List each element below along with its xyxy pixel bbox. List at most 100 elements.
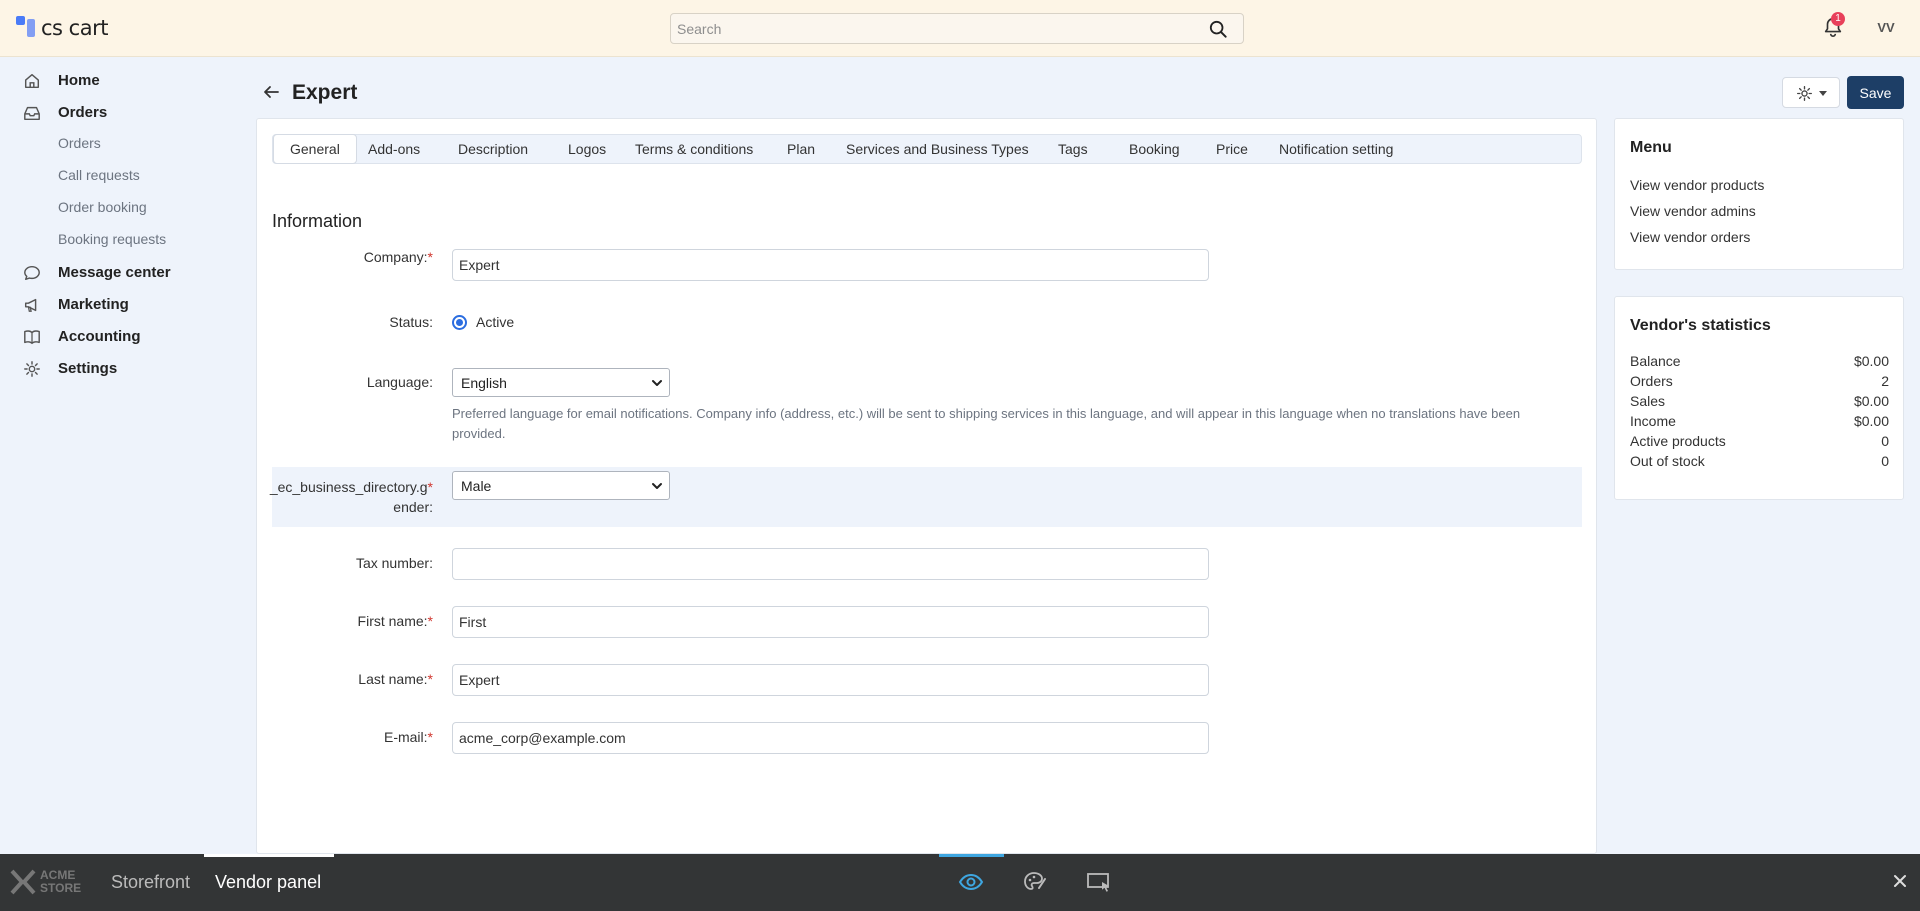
page-title: Expert bbox=[292, 81, 358, 104]
book-icon bbox=[24, 330, 40, 345]
menu-card: Menu View vendor products View vendor ad… bbox=[1614, 118, 1904, 270]
tab-add-ons[interactable]: Add-ons bbox=[368, 135, 420, 163]
stat-row-balance: Balance $0.00 bbox=[1630, 353, 1889, 369]
logo-text: cs cart bbox=[41, 16, 108, 40]
preview-active-indicator bbox=[939, 854, 1004, 857]
sidebar-item-marketing[interactable]: Marketing bbox=[0, 289, 240, 319]
tab-tags[interactable]: Tags bbox=[1058, 135, 1088, 163]
company-label: Company:* bbox=[363, 249, 433, 265]
status-label: Status: bbox=[389, 314, 433, 330]
back-arrow-icon[interactable] bbox=[262, 83, 280, 101]
first-name-label-wrap: First name:* bbox=[257, 613, 433, 633]
language-select[interactable]: English bbox=[452, 368, 670, 397]
save-button[interactable]: Save bbox=[1847, 76, 1904, 109]
screen-cursor-icon[interactable] bbox=[1086, 870, 1112, 894]
gear-icon bbox=[24, 361, 40, 377]
sidebar-subitem-booking-requests[interactable]: Booking requests bbox=[58, 231, 166, 247]
language-label-wrap: Language: bbox=[257, 374, 433, 394]
theme-editor-icon[interactable] bbox=[1022, 870, 1048, 894]
menu-card-title: Menu bbox=[1630, 139, 1672, 156]
sidebar-subitem-orders[interactable]: Orders bbox=[58, 135, 101, 151]
last-name-label-wrap: Last name:* bbox=[257, 671, 433, 691]
sidebar-subitem-order-booking[interactable]: Order booking bbox=[58, 199, 147, 215]
tab-logos[interactable]: Logos bbox=[568, 135, 606, 163]
inbox-icon bbox=[24, 106, 40, 121]
company-label-wrap: Company:* bbox=[257, 249, 433, 269]
settings-dropdown-button[interactable] bbox=[1782, 77, 1840, 108]
email-label: E-mail:* bbox=[383, 729, 433, 745]
sidebar-item-label: Settings bbox=[58, 359, 118, 377]
stat-row-sales: Sales $0.00 bbox=[1630, 393, 1889, 409]
section-title: Information bbox=[272, 211, 363, 231]
acme-store-text: ACME STORE bbox=[40, 868, 82, 895]
company-input[interactable] bbox=[452, 249, 1209, 281]
acme-logo-icon bbox=[10, 869, 36, 895]
search-box bbox=[670, 13, 1244, 44]
tax-number-label: Tax number: bbox=[355, 555, 433, 571]
tab-bar: General Add-ons Description Logos Terms … bbox=[272, 134, 1582, 164]
chevron-down-icon bbox=[652, 483, 662, 489]
notification-badge: 1 bbox=[1831, 12, 1845, 26]
storefront-link[interactable]: Storefront bbox=[111, 872, 190, 893]
status-active-label: Active bbox=[476, 314, 515, 330]
tab-price[interactable]: Price bbox=[1216, 135, 1248, 163]
language-label: Language: bbox=[366, 374, 433, 390]
gender-select[interactable]: Male bbox=[452, 471, 670, 500]
gender-select-value: Male bbox=[461, 478, 492, 494]
statistics-card-title: Vendor's statistics bbox=[1630, 317, 1771, 334]
search-icon[interactable] bbox=[1209, 20, 1227, 38]
top-header: cs cart 1 VV bbox=[0, 0, 1920, 57]
first-name-input[interactable] bbox=[452, 606, 1209, 638]
stat-row-active-products: Active products 0 bbox=[1630, 433, 1889, 449]
first-name-label: First name:* bbox=[357, 613, 433, 629]
tab-general[interactable]: General bbox=[273, 134, 357, 164]
sidebar-item-home[interactable]: Home bbox=[0, 65, 240, 95]
email-label-wrap: E-mail:* bbox=[257, 729, 433, 749]
sidebar-item-label: Accounting bbox=[58, 327, 141, 345]
search-input[interactable] bbox=[671, 14, 1191, 43]
view-vendor-admins-link[interactable]: View vendor admins bbox=[1630, 203, 1756, 219]
user-avatar[interactable]: VV bbox=[1870, 14, 1902, 42]
sidebar-item-label: Marketing bbox=[58, 295, 129, 313]
tab-terms-conditions[interactable]: Terms & conditions bbox=[635, 135, 753, 163]
vendor-panel-link[interactable]: Vendor panel bbox=[215, 872, 321, 893]
tab-description[interactable]: Description bbox=[458, 135, 528, 163]
gender-label: _ec_business_directory.g* ender: bbox=[269, 479, 433, 515]
status-active-radio[interactable] bbox=[452, 315, 467, 330]
tax-label-wrap: Tax number: bbox=[257, 555, 433, 575]
tax-number-input[interactable] bbox=[452, 548, 1209, 580]
tab-services-business-types[interactable]: Services and Business Types bbox=[846, 135, 1029, 163]
sidebar-item-label: Home bbox=[58, 71, 100, 89]
sidebar-item-label: Message center bbox=[58, 263, 171, 281]
last-name-label: Last name:* bbox=[358, 671, 433, 687]
sidebar-subitem-call-requests[interactable]: Call requests bbox=[58, 167, 140, 183]
tab-booking[interactable]: Booking bbox=[1129, 135, 1180, 163]
stat-row-out-of-stock: Out of stock 0 bbox=[1630, 453, 1889, 469]
sidebar-item-orders[interactable]: Orders bbox=[0, 97, 240, 127]
sidebar-item-message-center[interactable]: Message center bbox=[0, 257, 240, 287]
megaphone-icon bbox=[24, 298, 37, 312]
tab-notification-setting[interactable]: Notification setting bbox=[1279, 135, 1393, 163]
eye-icon[interactable] bbox=[958, 870, 984, 894]
tab-plan[interactable]: Plan bbox=[787, 135, 815, 163]
stat-row-orders: Orders 2 bbox=[1630, 373, 1889, 389]
email-input[interactable] bbox=[452, 722, 1209, 754]
sidebar: Home Orders Orders Call requests Order b… bbox=[0, 57, 240, 854]
cs-cart-logo[interactable]: cs cart bbox=[16, 14, 108, 42]
caret-down-icon bbox=[1819, 91, 1827, 96]
vendor-statistics-card: Vendor's statistics Balance $0.00 Orders 2… bbox=[1614, 296, 1904, 500]
sidebar-item-label: Orders bbox=[58, 103, 108, 121]
language-select-value: English bbox=[461, 375, 507, 391]
chat-icon bbox=[24, 265, 40, 281]
gear-icon bbox=[1797, 86, 1812, 101]
view-vendor-orders-link[interactable]: View vendor orders bbox=[1630, 229, 1750, 245]
sidebar-item-accounting[interactable]: Accounting bbox=[0, 321, 240, 351]
home-icon bbox=[24, 73, 40, 89]
stat-row-income: Income $0.00 bbox=[1630, 413, 1889, 429]
vendor-form-panel: General Add-ons Description Logos Terms … bbox=[256, 118, 1597, 854]
acme-store-logo[interactable]: ACME STORE bbox=[10, 869, 81, 895]
last-name-input[interactable] bbox=[452, 664, 1209, 696]
close-icon[interactable] bbox=[1892, 873, 1908, 889]
sidebar-item-settings[interactable]: Settings bbox=[0, 353, 240, 383]
view-vendor-products-link[interactable]: View vendor products bbox=[1630, 177, 1764, 193]
